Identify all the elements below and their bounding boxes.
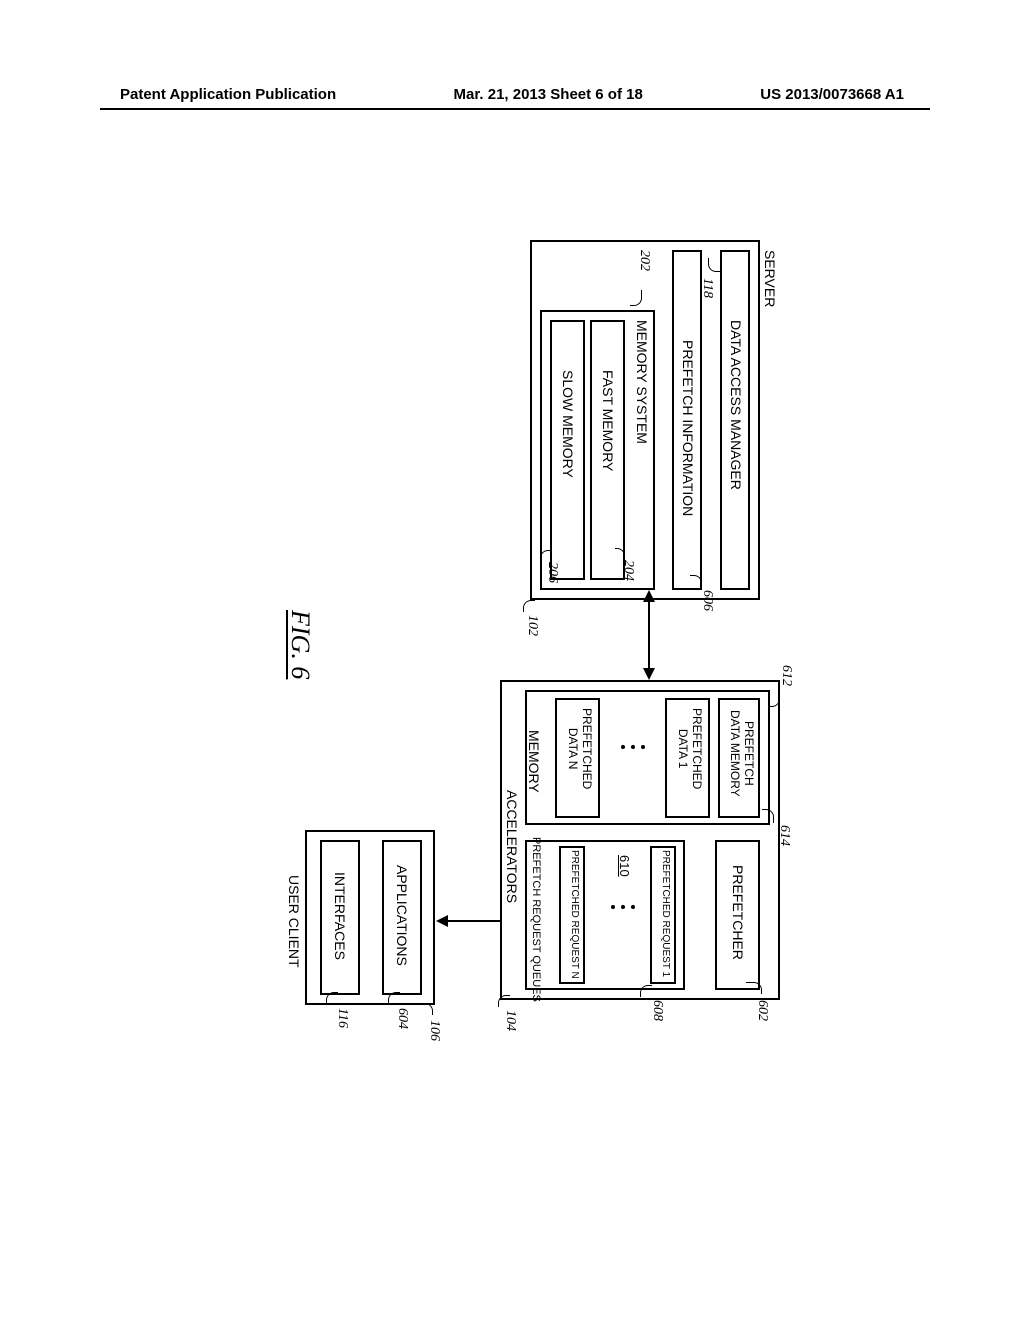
- slowmem-callout: [540, 550, 550, 560]
- req1-label: PREFETCHED REQUEST 1: [660, 850, 671, 977]
- server-ref: 102: [524, 615, 540, 636]
- reqn-label: PREFETCHED REQUEST N: [569, 850, 580, 979]
- pd1-label: PREFETCHEDDATA 1: [676, 708, 704, 789]
- client-ref: 106: [426, 1020, 442, 1041]
- header-rule: [100, 108, 930, 110]
- fastmem-label: FAST MEMORY: [600, 370, 616, 471]
- arrow-head-ac-d: [436, 915, 448, 927]
- arrow-head-sa-r: [643, 668, 655, 680]
- prefetch-info-label: PREFETCH INFORMATION: [680, 340, 696, 516]
- header-center: Mar. 21, 2013 Sheet 6 of 18: [454, 86, 643, 103]
- accmem-ref: 612: [778, 665, 794, 686]
- diagram-fig6: SERVER 102 DATA ACCESS MANAGER 118 PREFE…: [40, 340, 800, 900]
- header-right: US 2013/0073668 A1: [760, 86, 904, 103]
- iface-ref: 116: [334, 1008, 350, 1028]
- pdm-callout: [762, 809, 774, 823]
- figure-label: FIG. 6: [285, 610, 315, 679]
- accel-title: ACCELERATORS: [504, 790, 520, 903]
- prefetcher-callout: [746, 982, 762, 994]
- iface-callout: [326, 992, 338, 1004]
- accel-ref: 104: [502, 1010, 518, 1031]
- client-title: USER CLIENT: [286, 875, 302, 968]
- dam-callout: [708, 258, 720, 272]
- req-ref-610: 610: [617, 855, 632, 877]
- prefetcher-label: PREFETCHER: [730, 865, 746, 960]
- memsys-label: MEMORY SYSTEM: [634, 320, 650, 444]
- queues-callout: [640, 985, 652, 997]
- memsys-ref: 202: [636, 250, 652, 271]
- pdm-label: PREFETCHDATA MEMORY: [728, 710, 756, 797]
- pdn-label: PREFETCHEDDATA N: [566, 708, 594, 789]
- header-left: Patent Application Publication: [120, 86, 336, 103]
- queues-ref: 608: [649, 1000, 665, 1021]
- dam-label: DATA ACCESS MANAGER: [728, 320, 744, 490]
- arrow-server-accel: [648, 600, 650, 670]
- prefetch-info-ref: 606: [699, 590, 715, 611]
- apps-label: APPLICATIONS: [394, 865, 410, 966]
- dots-data-icon: [621, 745, 645, 749]
- queues-label: PREFETCH REQUEST QUEUES: [530, 837, 542, 1002]
- iface-label: INTERFACES: [332, 872, 348, 960]
- slowmem-ref: 206: [544, 562, 560, 583]
- arrow-accel-client: [446, 920, 500, 922]
- apps-ref: 604: [394, 1008, 410, 1029]
- apps-callout: [388, 992, 400, 1004]
- accmem-label: MEMORY: [526, 730, 542, 793]
- arrow-head-sa-l: [643, 590, 655, 602]
- pdm-ref: 614: [776, 825, 792, 846]
- server-title: SERVER: [762, 250, 778, 307]
- fastmem-ref: 204: [620, 560, 636, 581]
- client-callout: [419, 1003, 433, 1015]
- slowmem-label: SLOW MEMORY: [560, 370, 576, 478]
- server-callout: [523, 600, 535, 612]
- dots-queue-icon: [611, 905, 635, 909]
- prefetcher-ref: 602: [754, 1000, 770, 1021]
- accel-callout: [498, 995, 510, 1007]
- page-header: Patent Application Publication Mar. 21, …: [0, 86, 1024, 103]
